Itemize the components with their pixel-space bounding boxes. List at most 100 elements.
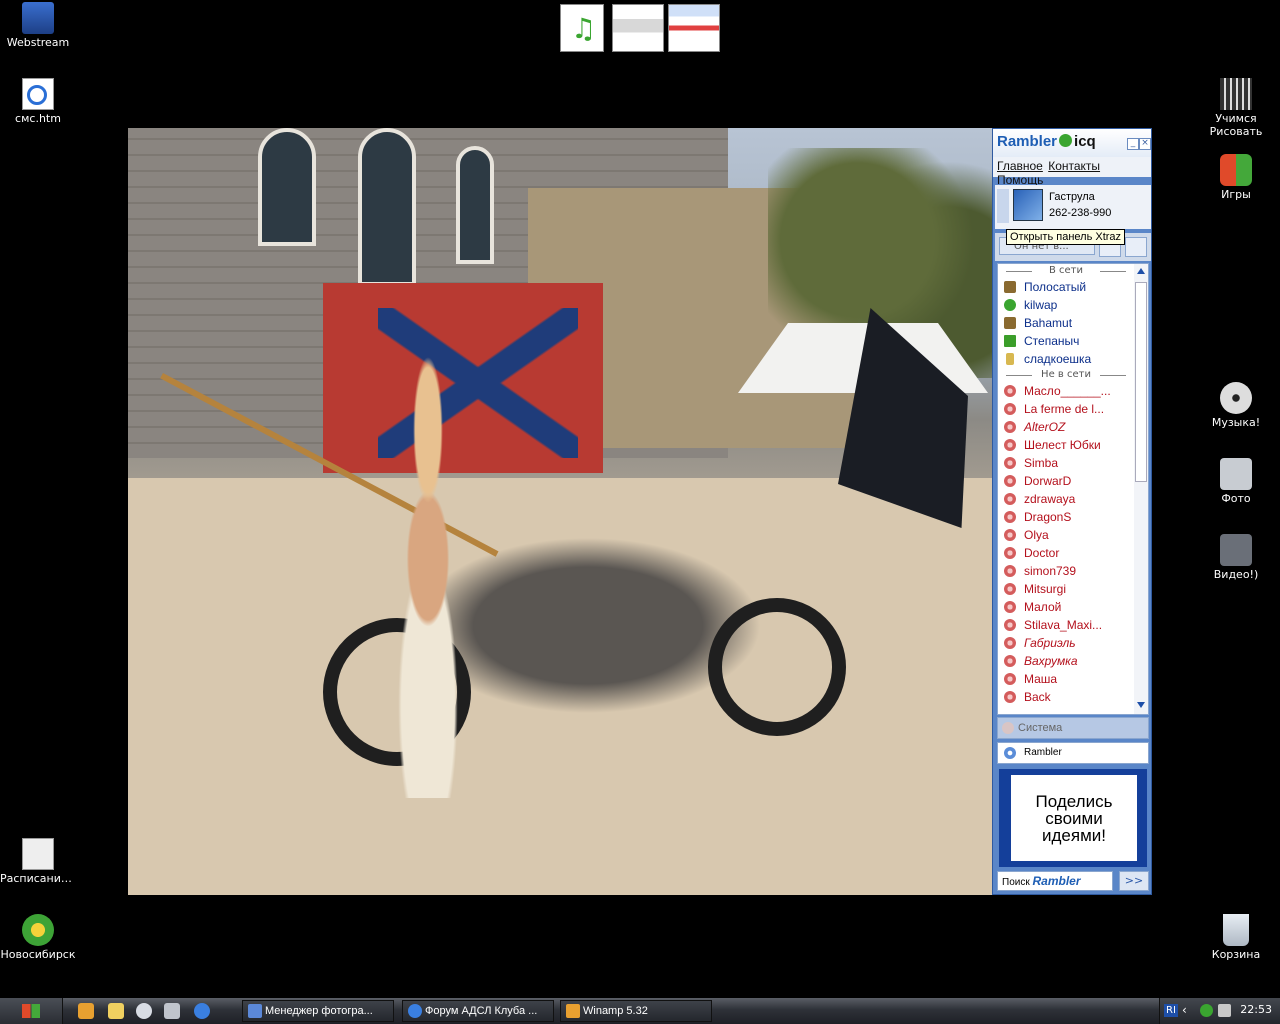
system-group[interactable]: Система [997, 717, 1149, 739]
desktop-icon-schedule[interactable]: Расписание... [0, 838, 76, 885]
ad-line: идеями! [1042, 826, 1106, 845]
offline-flower-icon [1004, 493, 1016, 505]
desktop-icon-label: Видео!) [1213, 568, 1259, 581]
contact-offline[interactable]: Doctor [998, 544, 1144, 562]
user-id: 262-238-990 [1049, 207, 1112, 219]
scroll-up-arrow[interactable] [1137, 268, 1145, 274]
minimize-button[interactable]: _ [1127, 138, 1139, 150]
rambler-icq-logo: Rambler icq [997, 133, 1096, 150]
contact-online[interactable]: Полосатый [998, 278, 1144, 296]
offline-flower-icon [1004, 565, 1016, 577]
desktop-icon-music[interactable]: Музыка! [1198, 382, 1274, 429]
desktop-icon-label: Музыка! [1211, 416, 1261, 429]
group-online-header[interactable]: В сети [998, 264, 1134, 278]
camera-icon [1220, 458, 1252, 490]
icq-tray-icon[interactable] [1200, 1004, 1213, 1017]
contact-online[interactable]: Bahamut [998, 314, 1144, 332]
desktop-icon-games[interactable]: Игры [1198, 154, 1274, 201]
taskbar-button-photo-manager[interactable]: Менеджер фотогра... [242, 1000, 394, 1022]
offline-flower-icon [1004, 529, 1016, 541]
webpage-thumbnail-icon[interactable] [668, 4, 720, 52]
ad-line: Поделись [1035, 792, 1113, 811]
taskbar-button-winamp[interactable]: Winamp 5.32 [560, 1000, 712, 1022]
rambler-search-input[interactable]: Поиск Rambler [997, 871, 1113, 891]
desktop-icon-uchimsya[interactable]: Учимся Рисовать [1198, 78, 1274, 138]
offline-flower-icon [1004, 637, 1016, 649]
computer-quicklaunch-icon[interactable] [164, 1003, 180, 1019]
contact-offline[interactable]: Малой [998, 598, 1144, 616]
desktop-icon-photo[interactable]: Фото [1198, 458, 1274, 505]
desktop-icon-novosibirsk[interactable]: Новосибирск [0, 914, 76, 961]
offline-flower-icon [1004, 673, 1016, 685]
desktop-icon-sms-htm[interactable]: смс.htm [0, 78, 76, 125]
rambler-group[interactable]: Rambler [997, 742, 1149, 764]
music-file-icon[interactable]: ♫ [560, 4, 604, 52]
desktop-icon-recycle-bin[interactable]: Корзина [1198, 914, 1274, 961]
contact-online[interactable]: Степаныч [998, 332, 1144, 350]
contact-online[interactable]: kilwap [998, 296, 1144, 314]
system-tray: RI ‹ 22:53 [1159, 998, 1280, 1024]
contact-online[interactable]: сладкоешка [998, 350, 1144, 368]
contact-offline[interactable]: zdrawaya [998, 490, 1144, 508]
language-indicator[interactable]: RI [1164, 1004, 1178, 1017]
winamp-icon [566, 1004, 580, 1018]
tray-expand-icon[interactable]: ‹ [1182, 1004, 1195, 1017]
contact-offline[interactable]: Stilava_Maxi... [998, 616, 1144, 634]
contact-offline[interactable]: DragonS [998, 508, 1144, 526]
camcorder-icon [1220, 534, 1252, 566]
ie-icon [408, 1004, 422, 1018]
contact-offline[interactable]: Масло______... [998, 382, 1144, 400]
contact-offline[interactable]: Вахрумка [998, 652, 1144, 670]
notepad-quicklaunch-icon[interactable] [108, 1003, 124, 1019]
xtraz-toggle-button[interactable] [997, 189, 1009, 223]
offline-flower-icon [1004, 385, 1016, 397]
contact-list[interactable]: В сети Полосатый kilwap Bahamut Степаныч сла… [997, 263, 1149, 715]
menu-contacts[interactable]: Контакты [1048, 159, 1100, 173]
offline-flower-icon [1004, 655, 1016, 667]
sound-button[interactable] [1125, 237, 1147, 257]
contact-offline[interactable]: La ferme de l... [998, 400, 1144, 418]
start-button[interactable] [0, 998, 63, 1024]
desktop-icon-label: Учимся Рисовать [1209, 112, 1263, 138]
cd-icon [1220, 382, 1252, 414]
contact-list-scrollbar[interactable] [1134, 264, 1148, 714]
offline-flower-icon [1004, 511, 1016, 523]
contact-offline[interactable]: Габриэль [998, 634, 1144, 652]
desktop-icon-label: Игры [1221, 188, 1251, 201]
icq-title-bar[interactable]: Rambler icq _ × [993, 129, 1151, 157]
contact-offline[interactable]: Шелест Юбки [998, 436, 1144, 454]
windows-logo-icon [22, 1004, 40, 1018]
clock[interactable]: 22:53 [1240, 1003, 1272, 1016]
menu-main[interactable]: Главное [997, 159, 1043, 173]
scroll-thumb[interactable] [1135, 282, 1147, 482]
webpage-thumbnail-icon[interactable] [612, 4, 664, 52]
contact-offline[interactable]: Back [998, 688, 1144, 706]
contact-offline[interactable]: Simba [998, 454, 1144, 472]
ad-banner[interactable]: Поделись своими идеями! [999, 769, 1147, 867]
xtraz-tooltip: Открыть панель Xtraz [1006, 229, 1126, 245]
group-offline-header[interactable]: Не в сети [998, 368, 1134, 382]
desktop-icon-webstream[interactable]: Webstream [0, 2, 76, 49]
winamp-quicklaunch-icon[interactable] [78, 1003, 94, 1019]
icq-flower-icon [1059, 134, 1073, 147]
icq-menu-bar: Главное Контакты Помощь [993, 157, 1151, 187]
contact-offline[interactable]: DorwarD [998, 472, 1144, 490]
contact-offline[interactable]: Mitsurgi [998, 580, 1144, 598]
desktop-icon-video[interactable]: Видео!) [1198, 534, 1274, 581]
contact-offline[interactable]: simon739 [998, 562, 1144, 580]
avatar[interactable] [1013, 189, 1043, 221]
offline-flower-icon [1004, 421, 1016, 433]
scroll-down-arrow[interactable] [1137, 702, 1145, 708]
contact-offline[interactable]: Olya [998, 526, 1144, 544]
search-go-button[interactable]: >> [1119, 871, 1149, 891]
taskbar-button-forum[interactable]: Форум АДСЛ Клуба ... [402, 1000, 554, 1022]
tray-app-icon[interactable] [1218, 1004, 1231, 1017]
close-button[interactable]: × [1139, 138, 1151, 150]
ie-quicklaunch-icon[interactable] [194, 1003, 210, 1019]
offline-flower-icon [1004, 457, 1016, 469]
media-player-quicklaunch-icon[interactable] [136, 1003, 152, 1019]
contact-offline[interactable]: Маша [998, 670, 1144, 688]
document-icon [22, 838, 54, 870]
user-name: Гаструла [1049, 191, 1095, 203]
contact-offline[interactable]: AlterOZ [998, 418, 1144, 436]
